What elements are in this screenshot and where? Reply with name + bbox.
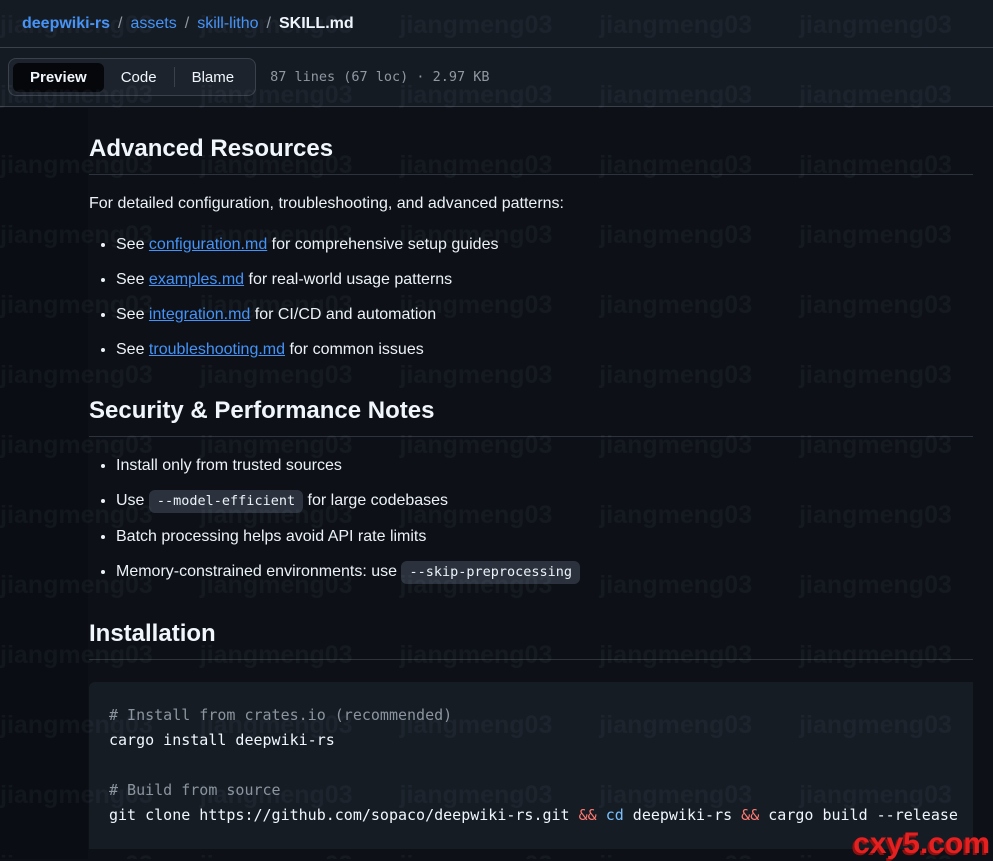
tab-code[interactable]: Code — [104, 63, 174, 92]
list-item-text: for large codebases — [303, 492, 448, 509]
list-item: See integration.md for CI/CD and automat… — [116, 302, 973, 327]
list-item-text: for common issues — [285, 341, 424, 358]
list-item: Use --model-efficient for large codebase… — [116, 488, 973, 514]
list-item: See troubleshooting.md for common issues — [116, 337, 973, 362]
inline-code-model-efficient: --model-efficient — [149, 490, 303, 513]
list-item-text: for real-world usage patterns — [244, 271, 452, 288]
list-item-text: Use — [116, 492, 149, 509]
breadcrumb-separator: / — [267, 15, 271, 32]
list-item-text: for CI/CD and automation — [250, 306, 436, 323]
install-code-block: # Install from crates.io (recommended) c… — [89, 682, 973, 849]
code-keyword-cd: cd — [606, 806, 624, 824]
list-item-text: See — [116, 271, 149, 288]
breadcrumb-separator: / — [118, 15, 122, 32]
list-item: Memory-constrained environments: use --s… — [116, 559, 973, 585]
code-line: git clone https://github.com/sopaco/deep… — [109, 806, 958, 824]
inline-code-skip-preprocessing: --skip-preprocessing — [401, 561, 580, 584]
breadcrumb-dir-assets[interactable]: assets — [130, 15, 176, 32]
code-comment: # Build from source — [109, 781, 281, 799]
heading-installation: Installation — [89, 619, 973, 660]
code-text: git clone https://github.com/sopaco/deep… — [109, 806, 579, 824]
breadcrumb-dir-skill-litho[interactable]: skill-litho — [197, 15, 258, 32]
list-item-text: for comprehensive setup guides — [267, 236, 498, 253]
breadcrumb-current-file: SKILL.md — [279, 15, 354, 32]
breadcrumb-separator: / — [185, 15, 189, 32]
link-examples-md[interactable]: examples.md — [149, 271, 244, 288]
code-operator: && — [741, 806, 759, 824]
link-troubleshooting-md[interactable]: troubleshooting.md — [149, 341, 285, 358]
breadcrumb-repo-link[interactable]: deepwiki-rs — [22, 15, 110, 32]
file-view-toolbar: Preview Code Blame 87 lines (67 loc) · 2… — [0, 48, 993, 107]
heading-advanced-resources: Advanced Resources — [89, 134, 973, 175]
code-comment: # Install from crates.io (recommended) — [109, 706, 452, 724]
link-integration-md[interactable]: integration.md — [149, 306, 250, 323]
resources-list: See configuration.md for comprehensive s… — [89, 232, 973, 362]
view-mode-segmented-control: Preview Code Blame — [8, 58, 256, 96]
list-item-text: See — [116, 341, 149, 358]
markdown-panel: Advanced Resources For detailed configur… — [88, 108, 993, 859]
tab-blame[interactable]: Blame — [175, 63, 252, 92]
code-text: deepwiki-rs — [624, 806, 741, 824]
code-operator: && — [579, 806, 597, 824]
code-text — [597, 806, 606, 824]
list-item-text: See — [116, 236, 149, 253]
file-meta-info: 87 lines (67 loc) · 2.97 KB — [270, 69, 489, 85]
list-item-text: Memory-constrained environments: use — [116, 563, 401, 580]
paragraph-resources-intro: For detailed configuration, troubleshoot… — [89, 191, 973, 216]
heading-security-performance: Security & Performance Notes — [89, 396, 973, 437]
link-configuration-md[interactable]: configuration.md — [149, 236, 267, 253]
tab-preview[interactable]: Preview — [13, 63, 104, 92]
list-item: See examples.md for real-world usage pat… — [116, 267, 973, 292]
list-item: Install only from trusted sources — [116, 453, 973, 478]
code-line: cargo install deepwiki-rs — [109, 731, 335, 749]
list-item-text: Batch processing helps avoid API rate li… — [116, 528, 426, 545]
markdown-body: Advanced Resources For detailed configur… — [88, 108, 993, 849]
content-area: Advanced Resources For detailed configur… — [0, 108, 993, 859]
list-item: Batch processing helps avoid API rate li… — [116, 524, 973, 549]
breadcrumb: deepwiki-rs / assets / skill-litho / SKILL.md — [22, 15, 354, 33]
code-text: cargo build --release — [759, 806, 958, 824]
security-list: Install only from trusted sources Use --… — [89, 453, 973, 585]
list-item-text: See — [116, 306, 149, 323]
list-item-text: Install only from trusted sources — [116, 457, 342, 474]
file-path-bar: deepwiki-rs / assets / skill-litho / SKILL.md — [0, 0, 993, 48]
list-item: See configuration.md for comprehensive s… — [116, 232, 973, 257]
